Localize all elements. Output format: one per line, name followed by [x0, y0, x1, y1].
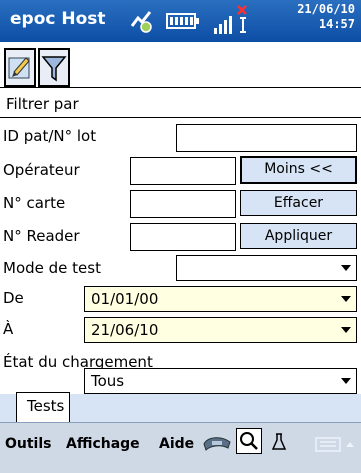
- menu-view[interactable]: Affichage: [66, 436, 140, 452]
- divider: [0, 117, 361, 118]
- upload-state-combo[interactable]: Tous: [84, 368, 357, 394]
- battery-icon[interactable]: [166, 12, 200, 30]
- flask-icon[interactable]: [271, 432, 287, 452]
- operator-input[interactable]: [130, 157, 236, 185]
- chevron-down-icon: [341, 265, 351, 271]
- card-input[interactable]: [130, 190, 236, 218]
- chevron-down-icon: [341, 327, 351, 333]
- test-mode-select[interactable]: [176, 255, 357, 281]
- menu-tools[interactable]: Outils: [5, 436, 52, 452]
- chevron-down-icon: [341, 378, 351, 384]
- tab-edit[interactable]: [4, 48, 36, 87]
- chevron-down-icon: [341, 296, 351, 302]
- id-label: ID pat/N° lot: [3, 127, 97, 145]
- test-mode-label: Mode de test: [3, 259, 101, 277]
- reader-label: N° Reader: [3, 227, 80, 245]
- less-button[interactable]: Moins <<: [240, 156, 357, 184]
- title-bar: epoc Host 21/06/10 14:57: [0, 0, 361, 42]
- id-input[interactable]: [176, 124, 357, 152]
- reader-icon[interactable]: [202, 432, 232, 454]
- filter-header: Filtrer par: [6, 95, 79, 113]
- search-icon: [240, 432, 258, 450]
- to-label: À: [3, 320, 14, 338]
- filter-icon: [41, 56, 67, 82]
- keyboard-icon[interactable]: [315, 436, 355, 454]
- date-text: 21/06/10: [297, 2, 355, 16]
- signal-icon[interactable]: [212, 2, 254, 38]
- clear-button[interactable]: Effacer: [240, 190, 357, 216]
- apply-button[interactable]: Appliquer: [240, 223, 357, 249]
- tab-divider: [0, 87, 361, 88]
- sync-icon[interactable]: [128, 8, 154, 34]
- operator-label: Opérateur: [3, 161, 80, 179]
- to-date-value: 21/06/10: [91, 321, 159, 339]
- app-title: epoc Host: [10, 9, 106, 29]
- upload-state-value: Tous: [91, 372, 125, 390]
- edit-icon: [8, 57, 30, 79]
- from-date-select[interactable]: 01/01/00: [84, 286, 357, 312]
- time-text: 14:57: [318, 17, 355, 31]
- menu-help[interactable]: Aide: [159, 436, 194, 452]
- from-label: De: [3, 289, 24, 307]
- date-time: 21/06/10 14:57: [297, 2, 355, 32]
- search-button[interactable]: [236, 428, 262, 454]
- tab-filter[interactable]: [38, 48, 70, 87]
- tab-tests[interactable]: Tests: [16, 392, 70, 422]
- reader-input[interactable]: [130, 223, 236, 251]
- to-date-select[interactable]: 21/06/10: [84, 317, 357, 343]
- card-label: N° carte: [3, 194, 66, 212]
- from-date-value: 01/01/00: [91, 290, 159, 308]
